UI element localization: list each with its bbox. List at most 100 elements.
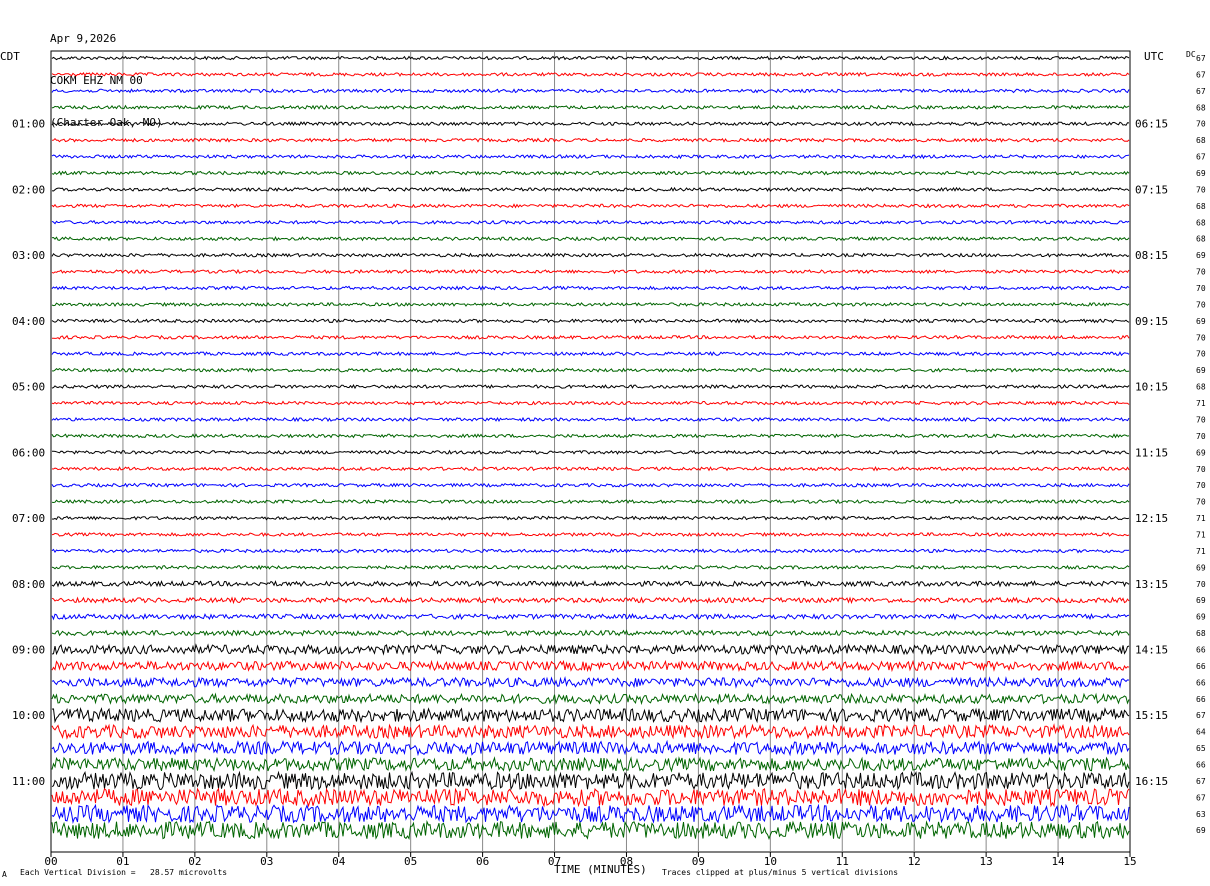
utc-time-label: 10:15: [1135, 381, 1168, 394]
dc-offset-label: 69: [1196, 596, 1206, 605]
utc-time-label: 09:15: [1135, 315, 1168, 328]
dc-offset-label: 70: [1196, 284, 1206, 293]
utc-time-label: 08:15: [1135, 249, 1168, 262]
seismic-trace: [51, 301, 1130, 307]
dc-offset-label: 67: [1196, 87, 1206, 96]
x-tick-label: 06: [476, 855, 489, 868]
seismic-trace: [51, 252, 1130, 258]
cdt-time-label: 03:00: [12, 249, 45, 262]
dc-offset-label: 70: [1196, 415, 1206, 424]
seismic-trace: [51, 659, 1130, 673]
dc-offset-label: 69: [1196, 613, 1206, 622]
seismic-trace: [51, 548, 1130, 554]
seismic-trace: [51, 137, 1130, 143]
x-tick-label: 09: [692, 855, 705, 868]
utc-time-label: 12:15: [1135, 512, 1168, 525]
cdt-time-label: 10:00: [12, 709, 45, 722]
x-tick-label: 01: [116, 855, 129, 868]
cdt-time-label: 11:00: [12, 775, 45, 788]
seismic-trace: [51, 498, 1130, 505]
dc-offset-label: 70: [1196, 481, 1206, 490]
corner-mark: A: [2, 870, 7, 879]
dc-offset-label: 66: [1196, 645, 1206, 654]
seismic-trace: [51, 466, 1130, 472]
dc-offset-label: 71: [1196, 399, 1206, 408]
seismic-trace: [51, 203, 1130, 209]
seismic-trace: [51, 351, 1130, 357]
utc-time-label: 11:15: [1135, 446, 1168, 459]
seismic-trace: [51, 612, 1130, 621]
seismic-trace: [51, 416, 1130, 423]
dc-offset-label: 70: [1196, 432, 1206, 441]
dc-offset-label: 71: [1196, 530, 1206, 539]
seismic-trace: [51, 384, 1130, 390]
seismic-trace: [51, 706, 1130, 724]
cdt-time-label: 01:00: [12, 118, 45, 131]
dc-offset-label: 68: [1196, 218, 1206, 227]
x-tick-label: 00: [44, 855, 57, 868]
seismogram-plot: 00 01 02 03 04 05 06 07 08 09 10 11 12 13 14 1567676768…: [12, 50, 1206, 868]
x-tick-label: 03: [260, 855, 273, 868]
x-tick-label: 10: [764, 855, 777, 868]
seismic-trace: [51, 400, 1130, 406]
seismic-trace: [51, 756, 1130, 773]
x-tick-label: 12: [908, 855, 921, 868]
seismic-trace: [51, 236, 1130, 242]
seismic-trace: [51, 285, 1130, 291]
dc-offset-label: 68: [1196, 235, 1206, 244]
seismic-trace: [51, 643, 1130, 656]
utc-time-label: 07:15: [1135, 183, 1168, 196]
seismic-trace: [51, 153, 1130, 160]
dc-offset-label: 69: [1196, 563, 1206, 572]
dc-offset-label: 69: [1196, 448, 1206, 457]
dc-offset-label: 67: [1196, 153, 1206, 162]
seismic-trace: [51, 596, 1130, 605]
seismic-trace: [51, 531, 1130, 537]
seismic-trace: [51, 170, 1130, 176]
dc-offset-label: 66: [1196, 678, 1206, 687]
clip-note: Traces clipped at plus/minus 5 vertical …: [662, 868, 899, 877]
dc-offset-label: 68: [1196, 629, 1206, 638]
x-tick-label: 04: [332, 855, 346, 868]
seismic-trace: [51, 723, 1130, 740]
seismic-trace: [51, 515, 1130, 521]
dc-offset-label: 69: [1196, 169, 1206, 178]
dc-offset-label: 66: [1196, 760, 1206, 769]
x-axis-title: TIME (MINUTES): [554, 863, 647, 876]
dc-offset-label: 71: [1196, 514, 1206, 523]
dc-offset-label: 69: [1196, 251, 1206, 260]
utc-time-label: 15:15: [1135, 709, 1168, 722]
utc-time-label: 16:15: [1135, 775, 1168, 788]
seismic-trace: [51, 692, 1130, 706]
cdt-time-label: 09:00: [12, 643, 45, 656]
dc-offset-label: 68: [1196, 103, 1206, 112]
seismic-trace: [51, 482, 1130, 488]
dc-offset-label: 70: [1196, 185, 1206, 194]
seismic-trace: [51, 55, 1130, 61]
seismic-trace: [51, 564, 1130, 571]
dc-offset-label: 69: [1196, 317, 1206, 326]
seismic-trace: [51, 819, 1130, 841]
seismic-trace: [51, 121, 1130, 127]
dc-offset-label: 70: [1196, 300, 1206, 309]
seismic-trace: [51, 580, 1130, 588]
x-tick-label: 11: [836, 855, 849, 868]
dc-offset-label: 71: [1196, 547, 1206, 556]
x-tick-label: 15: [1123, 855, 1136, 868]
seismic-trace: [51, 367, 1130, 373]
seismic-trace: [51, 787, 1130, 808]
seismic-trace: [51, 268, 1130, 275]
dc-offset-label: 66: [1196, 695, 1206, 704]
dc-offset-label: 70: [1196, 120, 1206, 129]
dc-offset-label: 70: [1196, 465, 1206, 474]
cdt-time-label: 07:00: [12, 512, 45, 525]
dc-offset-label: 66: [1196, 662, 1206, 671]
x-tick-label: 13: [980, 855, 993, 868]
dc-offset-label: 68: [1196, 202, 1206, 211]
cdt-time-label: 04:00: [12, 315, 45, 328]
seismic-trace: [51, 219, 1130, 225]
seismic-trace: [51, 675, 1130, 689]
cdt-time-label: 08:00: [12, 578, 45, 591]
dc-offset-label: 70: [1196, 350, 1206, 359]
utc-time-label: 06:15: [1135, 118, 1168, 131]
